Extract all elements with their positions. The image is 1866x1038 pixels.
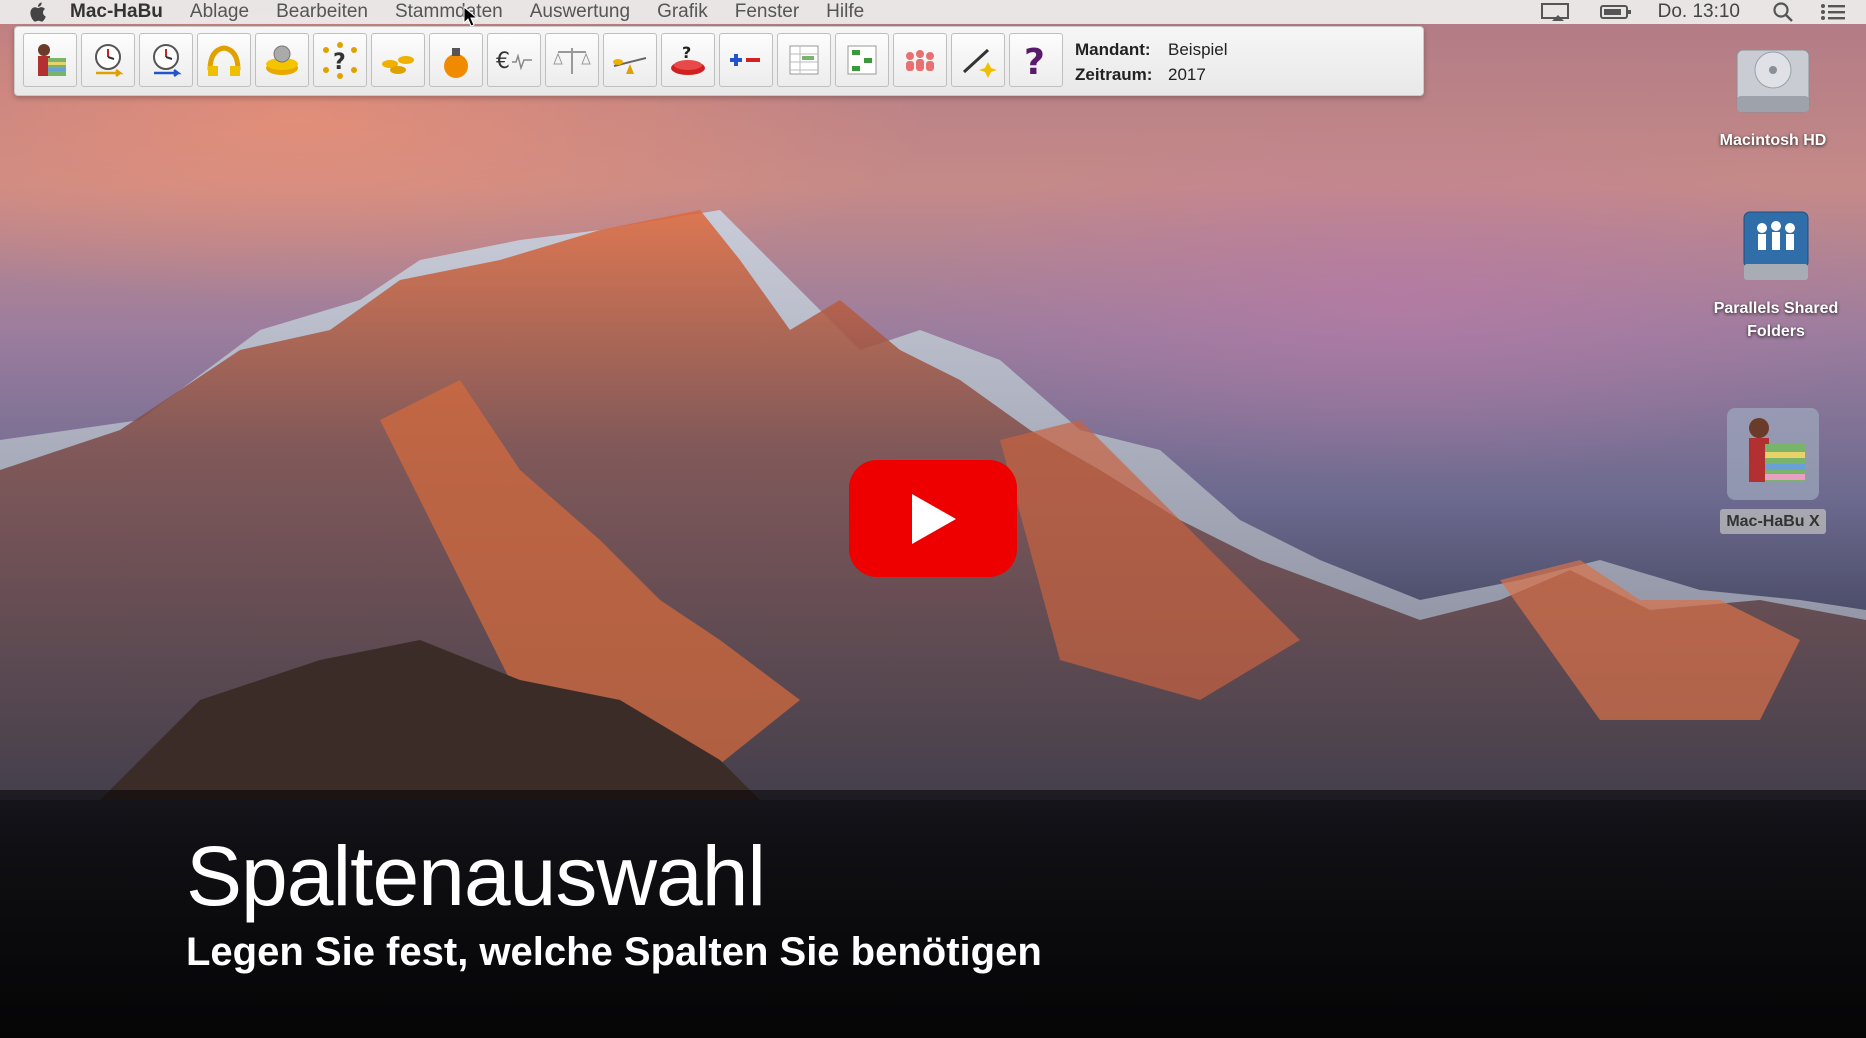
- desktop-icon-mac-habu-x[interactable]: Mac-HaBu X: [1710, 404, 1836, 534]
- svg-text:?: ?: [1024, 42, 1045, 80]
- tool-btn-5[interactable]: [255, 33, 309, 87]
- tool-btn-15[interactable]: [835, 33, 889, 87]
- seesaw-icon: [613, 57, 647, 74]
- mac-habu-app-icon: [1727, 408, 1819, 500]
- caption-title: Spaltenauswahl: [186, 829, 766, 923]
- help-question-icon: ?: [1024, 42, 1045, 80]
- clock-in-icon: [95, 44, 124, 77]
- table-icon: [789, 45, 819, 75]
- menu-auswertung[interactable]: Auswertung: [530, 1, 630, 23]
- plus-minus-icon: [730, 54, 760, 66]
- desktop-icon-label: Macintosh HD: [1719, 132, 1827, 149]
- mandant-label: Mandant:: [1075, 40, 1151, 59]
- money-bag-icon: [207, 45, 241, 76]
- tool-btn-16[interactable]: [893, 33, 947, 87]
- tool-btn-18[interactable]: ?: [1009, 33, 1063, 87]
- question-dots-icon: ?: [323, 42, 357, 79]
- list-icon[interactable]: [1820, 2, 1846, 22]
- tree-icon: [847, 45, 877, 75]
- menubar-clock[interactable]: Do. 13:10: [1658, 1, 1740, 23]
- app-name-menu[interactable]: Mac-HaBu: [70, 1, 163, 23]
- scale-icon: [553, 48, 591, 74]
- menu-fenster[interactable]: Fenster: [735, 1, 799, 23]
- caption-subtitle: Legen Sie fest, welche Spalten Sie benöt…: [186, 930, 1042, 974]
- desktop-icon-label: Parallels Shared Folders: [1713, 300, 1839, 340]
- tool-btn-17[interactable]: [951, 33, 1005, 87]
- tool-btn-2[interactable]: [81, 33, 135, 87]
- tool-btn-12[interactable]: ?: [661, 33, 715, 87]
- tool-btn-11[interactable]: [603, 33, 657, 87]
- play-icon: [912, 493, 956, 544]
- menu-grafik[interactable]: Grafik: [657, 1, 708, 23]
- svg-text:?: ?: [682, 43, 691, 62]
- coins-icon: [382, 56, 414, 74]
- shared-folder-drive-icon: [1743, 211, 1809, 280]
- mandant-info: Mandant: Beispiel Zeitraum: 2017: [1075, 37, 1228, 87]
- tool-btn-1[interactable]: [23, 33, 77, 87]
- tool-btn-10[interactable]: [545, 33, 599, 87]
- menu-stammdaten[interactable]: Stammdaten: [395, 1, 503, 23]
- tool-btn-6[interactable]: ?: [313, 33, 367, 87]
- habu-user-icon: [38, 44, 66, 76]
- zeitraum-value: 2017: [1168, 65, 1206, 84]
- tool-btn-7[interactable]: [371, 33, 425, 87]
- pen-spark-icon: [962, 48, 997, 78]
- menu-bearbeiten[interactable]: Bearbeiten: [276, 1, 368, 23]
- mouse-cursor-icon: [463, 6, 479, 27]
- apple-icon[interactable]: [28, 1, 50, 23]
- tool-btn-14[interactable]: [777, 33, 831, 87]
- coin-pot-icon: [266, 45, 298, 75]
- tool-btn-9[interactable]: €: [487, 33, 541, 87]
- clock-out-icon: [153, 44, 182, 77]
- menu-hilfe[interactable]: Hilfe: [826, 1, 864, 23]
- red-question-icon: ?: [671, 43, 705, 75]
- svg-text:€: €: [496, 49, 510, 74]
- tool-btn-3[interactable]: [139, 33, 193, 87]
- habu-toolbar-window: ? € ? ? Mandant: Beispiel Zeitraum: 2017: [14, 26, 1424, 96]
- orange-bag-icon: [444, 48, 468, 78]
- desktop-icon-macintosh-hd[interactable]: Macintosh HD: [1700, 40, 1846, 152]
- battery-icon[interactable]: [1599, 4, 1632, 20]
- menu-bar: Mac-HaBu Ablage Bearbeiten Stammdaten Au…: [0, 0, 1866, 24]
- hard-drive-icon: [1736, 49, 1810, 113]
- zeitraum-label: Zeitraum:: [1075, 65, 1153, 84]
- euro-wave-icon: €: [496, 49, 532, 74]
- tool-btn-8[interactable]: [429, 33, 483, 87]
- mandant-value: Beispiel: [1168, 40, 1228, 59]
- tool-btn-13[interactable]: [719, 33, 773, 87]
- svg-text:?: ?: [333, 50, 346, 75]
- search-icon[interactable]: [1772, 1, 1794, 23]
- menu-ablage[interactable]: Ablage: [190, 1, 249, 23]
- desktop-icon-parallels-shared-folders[interactable]: Parallels Shared Folders: [1700, 208, 1852, 343]
- display-icon[interactable]: [1540, 2, 1574, 22]
- video-play-button[interactable]: [849, 460, 1017, 577]
- people-icon: [906, 50, 934, 71]
- desktop-icon-label: Mac-HaBu X: [1720, 509, 1826, 534]
- tool-btn-4[interactable]: [197, 33, 251, 87]
